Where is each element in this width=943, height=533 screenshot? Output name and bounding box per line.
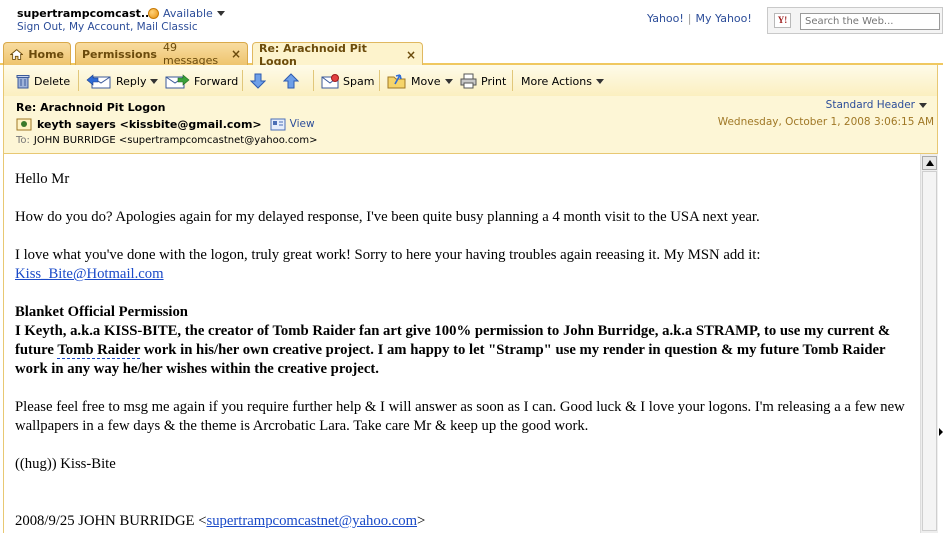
header-mode-select[interactable]: Standard Header [826,99,927,111]
tab-permissions[interactable]: Permissions 49 messages × [75,41,248,67]
previous-message-button[interactable] [283,72,303,90]
quoted-email-link[interactable]: supertrampcomcastnet@yahoo.com [206,513,417,529]
web-search: Y! [767,7,943,34]
arrow-down-icon [250,73,266,89]
chevron-down-icon [216,11,225,16]
tab-permissions-count: 49 messages [162,41,219,67]
body-paragraph: Please feel free to msg me again if you … [15,399,905,434]
chevron-down-icon [595,78,604,84]
move-button[interactable]: Move [387,72,453,90]
message-body-content: Hello Mr How do you do? Apologies again … [15,170,915,533]
permission-text: work in his/her own creative project. I … [15,342,886,377]
message-toolbar: Delete Reply Forward Spam Move Print Mor… [3,65,938,96]
tab-message-label: Re: Arachnoid Pit Logon [259,41,367,68]
more-actions-button[interactable]: More Actions [521,72,604,90]
message-body: Hello Mr How do you do? Apologies again … [3,154,920,533]
view-contact-link[interactable]: View [290,118,315,130]
sender-row: keyth sayers <kissbite@gmail.com> View [16,117,315,131]
print-button[interactable]: Print [460,72,506,90]
tomb-raider-link[interactable]: Tomb Raider [57,342,141,359]
trash-icon [16,74,30,88]
permission-title: Blanket Official Permission [15,304,188,320]
spam-button[interactable]: Spam [321,72,374,90]
chevron-down-icon[interactable] [444,78,453,84]
search-input[interactable] [800,13,940,30]
toolbar-divider [313,70,314,91]
my-yahoo-link[interactable]: My Yahoo! [696,12,752,25]
account-links[interactable]: Sign Out, My Account, Mail Classic [17,21,198,33]
more-actions-label: More Actions [521,74,592,88]
quoted-suffix: > [417,513,426,529]
body-paragraph: I love what you've done with the logon, … [15,247,761,263]
home-icon [10,48,24,60]
toolbar-divider [78,70,79,91]
contact-card-icon[interactable] [270,118,286,131]
presence-label: Available [163,7,213,20]
account-links-text[interactable]: Sign Out, My Account, Mail Classic [17,21,198,33]
print-label: Print [481,74,507,88]
quoted-prefix: 2008/9/25 JOHN BURRIDGE < [15,513,207,529]
msn-email-link[interactable]: Kiss_Bite@Hotmail.com [15,266,164,282]
right-edge [938,65,943,533]
toolbar-divider [242,70,243,91]
arrow-up-icon [283,73,299,89]
forward-button[interactable]: Forward [164,72,238,90]
reply-label: Reply [116,74,147,88]
permission-block: Blanket Official Permission I Keyth, a.k… [15,303,915,379]
spam-envelope-icon [321,73,339,88]
sender-envelope-icon [16,118,32,131]
delete-button[interactable]: Delete [16,72,70,90]
toolbar-divider [379,70,380,91]
move-label: Move [411,74,441,88]
tab-message[interactable]: Re: Arachnoid Pit Logon × [252,41,423,68]
forward-envelope-icon [165,74,190,89]
reply-envelope-icon [86,74,111,89]
message-subject: Re: Arachnoid Pit Logon [16,101,166,114]
yahoo-link[interactable]: Yahoo! [647,12,684,25]
body-paragraph: How do you do? Apologies again for my de… [15,209,760,225]
recipient-row: To: JOHN BURRIDGE <supertrampcomcastnet@y… [16,135,318,146]
header-mode-label: Standard Header [825,99,915,111]
signoff: ((hug)) Kiss-Bite [15,456,116,472]
tab-home[interactable]: Home [3,42,71,65]
expand-arrow-icon[interactable] [939,428,943,436]
tab-home-label: Home [28,47,64,61]
move-folder-icon [387,74,406,89]
reply-button[interactable]: Reply [86,72,159,90]
user-name: supertrampcomcast... [17,7,154,20]
yahoo-links: Yahoo! | My Yahoo! [647,12,752,25]
spam-label: Spam [343,74,375,88]
toolbar-divider [512,70,513,91]
printer-icon [460,73,477,89]
presence-status[interactable]: Available [148,7,225,20]
presence-dot-icon [148,8,159,19]
top-bar: supertrampcomcast... Available Sign Out,… [0,0,943,40]
greeting: Hello Mr [15,171,70,187]
close-icon[interactable]: × [406,48,416,62]
scroll-thumb[interactable] [922,171,937,531]
message-date: Wednesday, October 1, 2008 3:06:15 AM [717,116,934,128]
chevron-down-icon [919,102,927,108]
close-icon[interactable]: × [231,47,241,61]
to-label: To: [16,135,30,146]
yahoo-logo-icon[interactable]: Y! [774,13,791,28]
recipient-address: JOHN BURRIDGE <supertrampcomcastnet@yaho… [33,135,318,146]
scroll-up-icon[interactable] [922,156,937,170]
sender-address: keyth sayers <kissbite@gmail.com> [37,117,262,131]
delete-label: Delete [34,74,71,88]
chevron-down-icon[interactable] [150,78,159,84]
body-scrollbar[interactable] [920,154,938,533]
link-separator: | [687,12,692,25]
tab-permissions-label: Permissions [82,47,157,61]
quoted-header: 2008/9/25 JOHN BURRIDGE <supertrampcomca… [15,512,915,531]
next-message-button[interactable] [250,72,270,90]
forward-label: Forward [194,74,239,88]
message-header: Re: Arachnoid Pit Logon keyth sayers <ki… [3,96,938,154]
